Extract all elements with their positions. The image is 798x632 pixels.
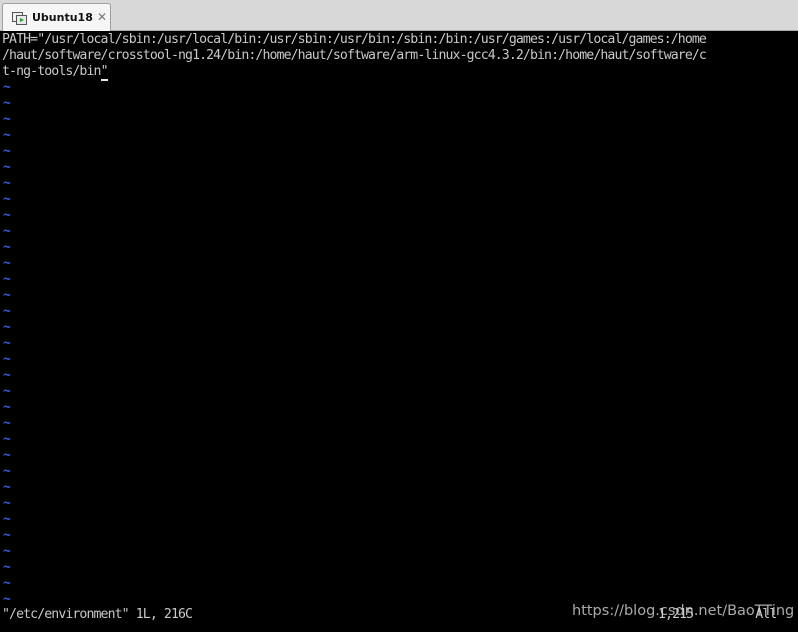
- tilde-marker: ~: [3, 528, 11, 543]
- watermark: https://blog.csdn.net/BaoTTing: [572, 603, 795, 619]
- tilde-marker: ~: [3, 304, 11, 319]
- tilde-marker: ~: [3, 128, 11, 143]
- tab-bar: Ubuntu18 ✕: [0, 0, 798, 31]
- tilde-marker: ~: [3, 512, 11, 527]
- tilde-marker: ~: [3, 160, 11, 175]
- tilde-marker: ~: [3, 224, 11, 239]
- tilde-marker: ~: [3, 496, 11, 511]
- tilde-marker: ~: [3, 96, 11, 111]
- tilde-marker: ~: [3, 544, 11, 559]
- editor-line-1: PATH="/usr/local/sbin:/usr/local/bin:/us…: [2, 32, 707, 47]
- tilde-marker: ~: [3, 320, 11, 335]
- tilde-marker: ~: [3, 384, 11, 399]
- tilde-marker: ~: [3, 80, 11, 95]
- tilde-marker: ~: [3, 192, 11, 207]
- text-cursor: ": [100, 64, 109, 81]
- tilde-marker: ~: [3, 560, 11, 575]
- tilde-marker: ~: [3, 416, 11, 431]
- tilde-marker: ~: [3, 176, 11, 191]
- tilde-marker: ~: [3, 576, 11, 591]
- tilde-marker: ~: [3, 336, 11, 351]
- editor-line-2: /haut/software/crosstool-ng1.24/bin:/hom…: [2, 48, 707, 63]
- tab-ubuntu18[interactable]: Ubuntu18 ✕: [2, 3, 111, 31]
- tilde-marker: ~: [3, 240, 11, 255]
- tilde-marker: ~: [3, 480, 11, 495]
- editor-line-3: t-ng-tools/bin": [2, 64, 109, 81]
- vm-icon: [12, 12, 27, 25]
- tilde-marker: ~: [3, 592, 11, 607]
- close-icon[interactable]: ✕: [97, 10, 107, 24]
- tilde-marker: ~: [3, 256, 11, 271]
- tilde-marker: ~: [3, 352, 11, 367]
- tilde-marker: ~: [3, 400, 11, 415]
- tilde-marker: ~: [3, 432, 11, 447]
- tilde-marker: ~: [3, 144, 11, 159]
- tilde-marker: ~: [3, 368, 11, 383]
- tilde-marker: ~: [3, 272, 11, 287]
- tilde-marker: ~: [3, 464, 11, 479]
- tilde-marker: ~: [3, 448, 11, 463]
- tab-title: Ubuntu18: [32, 11, 93, 24]
- tilde-marker: ~: [3, 208, 11, 223]
- tilde-marker: ~: [3, 288, 11, 303]
- terminal-window[interactable]: PATH="/usr/local/sbin:/usr/local/bin:/us…: [0, 31, 798, 632]
- tilde-marker: ~: [3, 112, 11, 127]
- editor-line-3-text: t-ng-tools/bin: [2, 64, 101, 79]
- status-line: "/etc/environment" 1L, 216C: [2, 607, 193, 622]
